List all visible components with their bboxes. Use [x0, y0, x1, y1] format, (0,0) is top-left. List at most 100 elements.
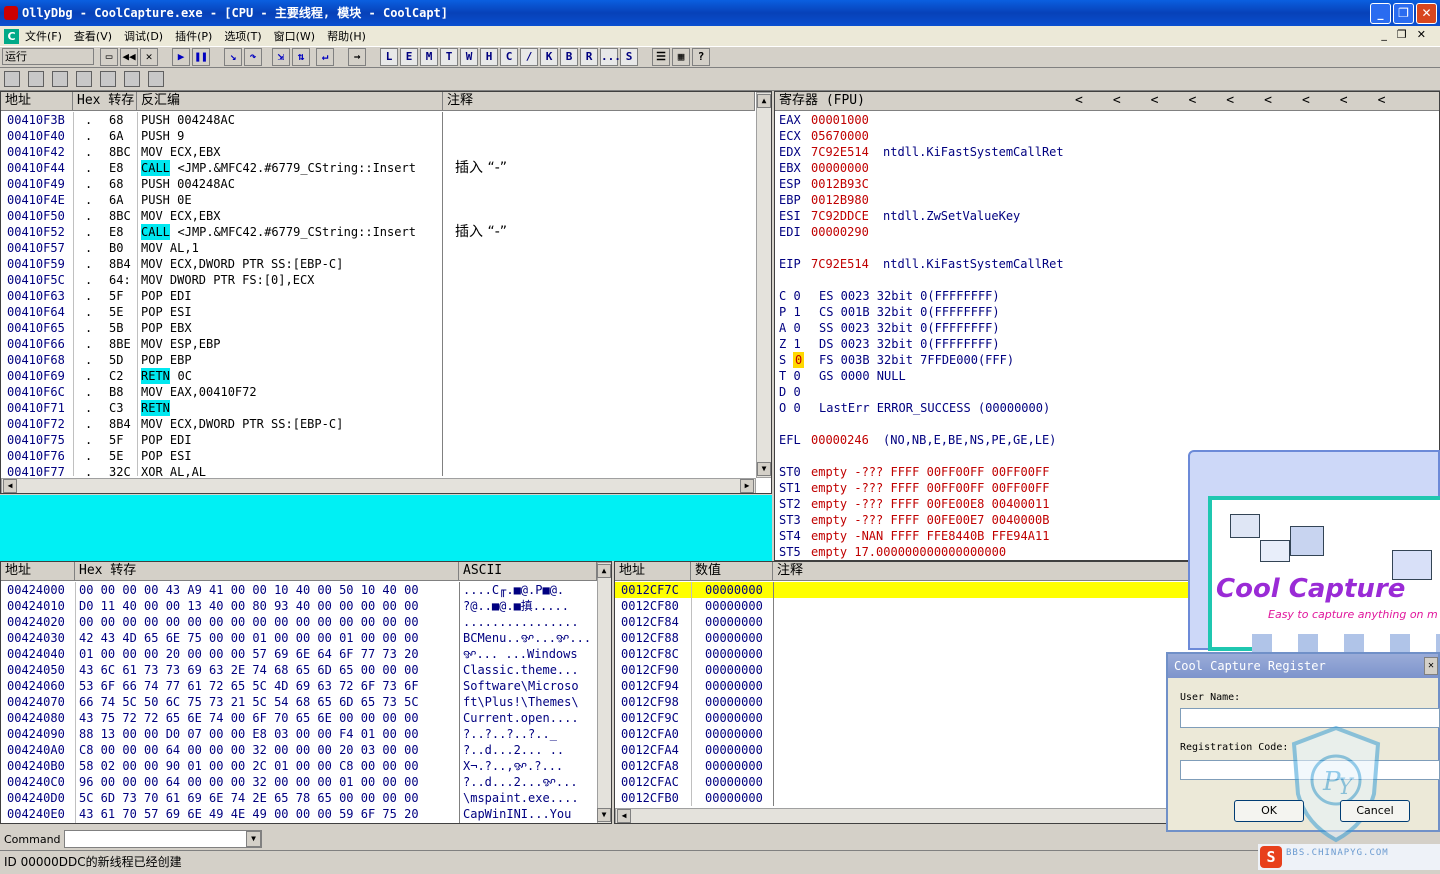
- register-dialog[interactable]: Cool Capture Register ✕ User Name: Regis…: [1166, 652, 1440, 843]
- cancel-button[interactable]: Cancel: [1340, 800, 1410, 822]
- disasm-row[interactable]: 00410F4E. 6A PUSH 0E: [1, 192, 771, 208]
- disasm-row[interactable]: 00410F40. 6A PUSH 9: [1, 128, 771, 144]
- handles-window-button[interactable]: H: [480, 48, 498, 66]
- scroll-down-icon[interactable]: ▼: [597, 808, 611, 822]
- dump-row[interactable]: 004240C0 96 00 00 00 64 00 00 00 32 00 00…: [1, 774, 611, 790]
- register-row[interactable]: EDI 00000290: [775, 224, 1439, 240]
- pause-icon[interactable]: ❚❚: [192, 48, 210, 66]
- stack-header-value[interactable]: 数值: [691, 562, 773, 581]
- menu-help[interactable]: 帮助(H): [327, 28, 366, 44]
- trace-over-icon[interactable]: ⇅: [292, 48, 310, 66]
- register-row[interactable]: ECX 05670000: [775, 128, 1439, 144]
- log-window-button[interactable]: L: [380, 48, 398, 66]
- disasm-row[interactable]: 00410F65. 5B POP EBX: [1, 320, 771, 336]
- menu-options[interactable]: 选项(T): [224, 28, 261, 44]
- collapse-arrows-icon[interactable]: <<<<<<<<<: [1075, 92, 1415, 110]
- stack-header-address[interactable]: 地址: [615, 562, 691, 581]
- menu-window[interactable]: 窗口(W): [274, 28, 315, 44]
- step-into-icon[interactable]: ↘: [224, 48, 242, 66]
- scroll-up-icon[interactable]: ▲: [597, 564, 611, 578]
- menu-view[interactable]: 查看(V): [74, 28, 112, 44]
- register-row[interactable]: P 1 CS 001B 32bit 0(FFFFFFFF): [775, 304, 1439, 320]
- restart-icon[interactable]: ◀◀: [120, 48, 138, 66]
- run-icon[interactable]: ▶: [172, 48, 190, 66]
- memory-window-button[interactable]: M: [420, 48, 438, 66]
- disasm-row[interactable]: 00410F59. 8B4 MOV ECX,DWORD PTR SS:[EBP-C]: [1, 256, 771, 272]
- dump-vscroll[interactable]: [597, 562, 611, 823]
- register-row[interactable]: T 0 GS 0000 NULL: [775, 368, 1439, 384]
- threads-window-button[interactable]: T: [440, 48, 458, 66]
- register-row[interactable]: [775, 416, 1439, 432]
- register-row[interactable]: O 0 LastErr ERROR_SUCCESS (00000000): [775, 400, 1439, 416]
- register-row[interactable]: A 0 SS 0023 32bit 0(FFFFFFFF): [775, 320, 1439, 336]
- dump-header-address[interactable]: 地址: [1, 562, 75, 581]
- dump-header-hex[interactable]: Hex 转存: [75, 562, 459, 581]
- dump-row[interactable]: 00424080 43 75 72 72 65 6E 74 00 6F 70 65…: [1, 710, 611, 726]
- register-row[interactable]: EDX 7C92E514 ntdll.KiFastSystemCallRet: [775, 144, 1439, 160]
- cpu-window-button[interactable]: C: [500, 48, 518, 66]
- disasm-row[interactable]: 00410F63. 5F POP EDI: [1, 288, 771, 304]
- register-row[interactable]: ESI 7C92DDCE ntdll.ZwSetValueKey: [775, 208, 1439, 224]
- dump-row[interactable]: 00424000 00 00 00 00 43 A9 41 00 00 10 40…: [1, 582, 611, 598]
- notes-icon[interactable]: [4, 71, 20, 87]
- register-row[interactable]: C 0 ES 0023 32bit 0(FFFFFFFF): [775, 288, 1439, 304]
- ok-button[interactable]: OK: [1234, 800, 1304, 822]
- close-icon[interactable]: ✕: [1424, 657, 1438, 675]
- mdi-controls[interactable]: _❐✕: [1381, 28, 1436, 41]
- register-row[interactable]: EBP 0012B980: [775, 192, 1439, 208]
- register-row[interactable]: Z 1 DS 0023 32bit 0(FFFFFFFF): [775, 336, 1439, 352]
- disasm-row[interactable]: 00410F5C. 64: MOV DWORD PTR FS:[0],ECX: [1, 272, 771, 288]
- register-row[interactable]: ESP 0012B93C: [775, 176, 1439, 192]
- disasm-row[interactable]: 00410F52. E8 CALL <JMP.&MFC42.#6779_CString…: [1, 224, 771, 240]
- trace-into-icon[interactable]: ⇲: [272, 48, 290, 66]
- execute-till-return-icon[interactable]: ↵: [316, 48, 334, 66]
- dump-row[interactable]: 004240E0 43 61 70 57 69 6E 49 4E 49 00 00…: [1, 806, 611, 822]
- save-icon[interactable]: [148, 71, 164, 87]
- dump-row[interactable]: 00424010 D0 11 40 00 00 13 40 00 80 93 40…: [1, 598, 611, 614]
- dump-row[interactable]: 00424020 00 00 00 00 00 00 00 00 00 00 00…: [1, 614, 611, 630]
- dump-row[interactable]: 00424090 88 13 00 00 D0 07 00 00 E8 03 00…: [1, 726, 611, 742]
- close-button[interactable]: ✕: [1416, 3, 1437, 24]
- source-window-button[interactable]: S: [620, 48, 638, 66]
- register-row[interactable]: EAX 00001000: [775, 112, 1439, 128]
- step-over-icon[interactable]: ↷: [244, 48, 262, 66]
- edit-icon[interactable]: [124, 71, 140, 87]
- grid-icon[interactable]: ▦: [672, 48, 690, 66]
- modules-window-button[interactable]: E: [400, 48, 418, 66]
- minimize-button[interactable]: _: [1370, 3, 1391, 24]
- open-icon[interactable]: ▭: [100, 48, 118, 66]
- dump-row[interactable]: 00424060 53 6F 66 74 77 61 72 65 5C 4D 69…: [1, 678, 611, 694]
- hex-dump-pane[interactable]: 地址 Hex 转存 ASCII 00424000 00 00 00 00 43 A…: [0, 561, 612, 824]
- dump-row[interactable]: 004240B0 58 02 00 00 90 01 00 00 2C 01 00…: [1, 758, 611, 774]
- disasm-row[interactable]: 00410F42. 8BC MOV ECX,EBX: [1, 144, 771, 160]
- disasm-row[interactable]: 00410F76. 5E POP ESI: [1, 448, 771, 464]
- disasm-header-hex[interactable]: Hex 转存: [73, 92, 137, 111]
- dump-row[interactable]: 004240D0 5C 6D 73 70 61 69 6E 74 2E 65 78…: [1, 790, 611, 806]
- scroll-left-icon[interactable]: ◀: [617, 809, 631, 823]
- register-row[interactable]: S 0 FS 003B 32bit 7FFDE000(FFF): [775, 352, 1439, 368]
- coolcapture-window[interactable]: Cool Capture Easy to capture anything on…: [1188, 450, 1440, 652]
- disasm-row[interactable]: 00410F57. B0 MOV AL,1: [1, 240, 771, 256]
- dump-row[interactable]: 004240A0 C8 00 00 00 64 00 00 00 32 00 00…: [1, 742, 611, 758]
- help-icon[interactable]: ?: [692, 48, 710, 66]
- register-row[interactable]: EFL 00000246 (NO,NB,E,BE,NS,PE,GE,LE): [775, 432, 1439, 448]
- menu-file[interactable]: 文件(F): [25, 28, 62, 44]
- disasm-row[interactable]: 00410F71. C3 RETN: [1, 400, 771, 416]
- disasm-row[interactable]: 00410F3B. 68 PUSH 004248AC: [1, 112, 771, 128]
- windows-window-button[interactable]: W: [460, 48, 478, 66]
- menu-plugins[interactable]: 插件(P): [175, 28, 212, 44]
- chevron-down-icon[interactable]: ▼: [246, 831, 261, 847]
- disasm-header-disassembly[interactable]: 反汇编: [137, 92, 443, 111]
- disasm-hscroll[interactable]: [1, 478, 756, 493]
- register-row[interactable]: [775, 272, 1439, 288]
- input-method-icon[interactable]: S: [1260, 846, 1282, 868]
- scroll-up-icon[interactable]: ▲: [757, 94, 771, 108]
- disasm-row[interactable]: 00410F64. 5E POP ESI: [1, 304, 771, 320]
- disasm-row[interactable]: 00410F66. 8BE MOV ESP,EBP: [1, 336, 771, 352]
- cpu-window-icon[interactable]: C: [4, 28, 19, 44]
- breakpoints-window-button[interactable]: B: [560, 48, 578, 66]
- disasm-header-address[interactable]: 地址: [1, 92, 73, 111]
- register-row[interactable]: EBX 00000000: [775, 160, 1439, 176]
- register-row[interactable]: [775, 240, 1439, 256]
- command-input[interactable]: [64, 830, 262, 848]
